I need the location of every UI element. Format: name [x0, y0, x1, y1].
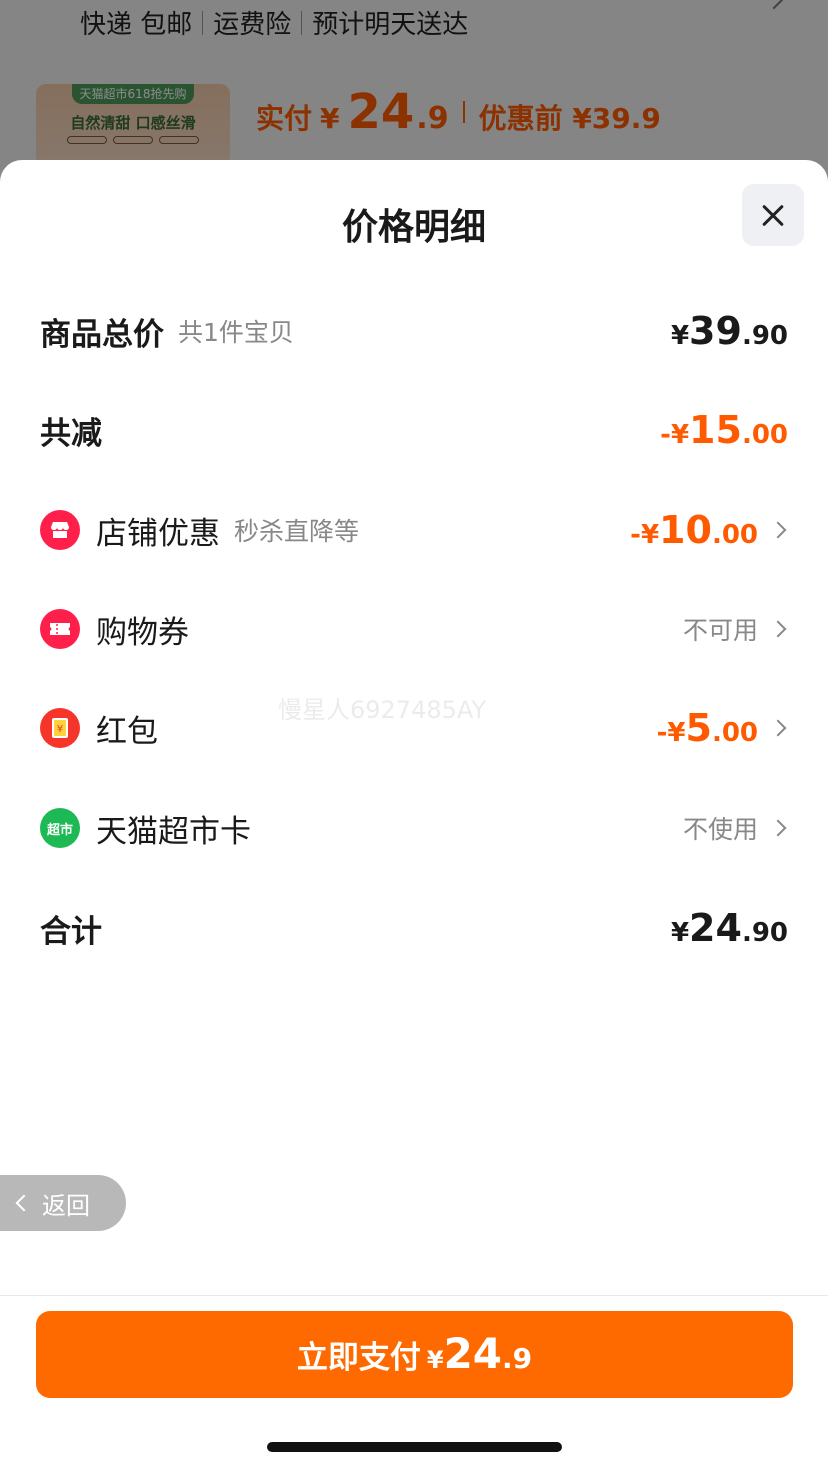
- store-icon: [40, 510, 80, 550]
- goods-total-label: 商品总价: [40, 316, 164, 353]
- sum-label: 合计: [40, 913, 102, 950]
- total-discount-amount: -¥ 15 .00: [660, 408, 788, 452]
- shop-discount-sub: 秒杀直降等: [234, 517, 360, 546]
- goods-count: 共1件宝贝: [178, 318, 294, 347]
- pay-currency: ¥: [426, 1346, 444, 1374]
- row-sum: 合计 ¥ 24 .90: [40, 898, 788, 958]
- home-indicator[interactable]: [267, 1442, 562, 1452]
- coupon-status: 不可用: [682, 616, 758, 645]
- pay-int: 24: [443, 1329, 503, 1378]
- row-total-discount: 共减 -¥ 15 .00: [40, 400, 788, 460]
- row-supermarket-card[interactable]: 超市 天猫超市卡 不使用: [40, 798, 788, 858]
- svg-text:¥: ¥: [57, 724, 63, 735]
- chevron-left-icon: [15, 1194, 33, 1212]
- row-shop-discount[interactable]: 店铺优惠 秒杀直降等 -¥ 10 .00: [40, 500, 788, 560]
- sum-amount: ¥ 24 .90: [670, 906, 788, 950]
- ticket-icon: [40, 609, 80, 649]
- red-packet-label: 红包: [96, 713, 158, 750]
- row-goods-total: 商品总价 共1件宝贝 ¥ 39 .90: [40, 301, 788, 361]
- back-label: 返回: [42, 1191, 90, 1220]
- tmall-supermarket-icon: 超市: [40, 808, 80, 848]
- divider: [0, 1295, 828, 1296]
- chevron-right-icon: [769, 620, 787, 638]
- price-detail-sheet: 价格明细 商品总价 共1件宝贝 ¥ 39 .90 共减 -¥ 15 .00 店铺…: [0, 160, 828, 1470]
- coupon-label: 购物券: [96, 614, 189, 651]
- watermark: 慢星人6927485AY: [278, 696, 487, 724]
- chevron-right-icon: [769, 521, 787, 539]
- supermarket-card-status: 不使用: [682, 815, 758, 844]
- overlay-dim[interactable]: [0, 0, 828, 170]
- close-button[interactable]: [742, 184, 804, 246]
- back-button[interactable]: 返回: [0, 1175, 126, 1231]
- sheet-title: 价格明细: [341, 207, 486, 248]
- total-discount-label: 共减: [40, 415, 102, 452]
- supermarket-card-label: 天猫超市卡: [96, 813, 251, 850]
- shop-discount-label: 店铺优惠: [96, 515, 220, 552]
- chevron-right-icon: [769, 719, 787, 737]
- row-coupon[interactable]: 购物券 不可用: [40, 599, 788, 659]
- chevron-right-icon: [769, 819, 787, 837]
- pay-label: 立即支付: [296, 1340, 421, 1376]
- pay-dec: .9: [502, 1342, 533, 1375]
- red-packet-icon: ¥: [40, 708, 80, 748]
- shop-discount-amount: -¥ 10 .00: [630, 508, 758, 552]
- red-packet-amount: -¥ 5 .00: [656, 706, 758, 750]
- pay-now-button[interactable]: 立即支付 ¥ 24 .9: [36, 1311, 793, 1398]
- goods-total-amount: ¥ 39 .90: [670, 309, 788, 353]
